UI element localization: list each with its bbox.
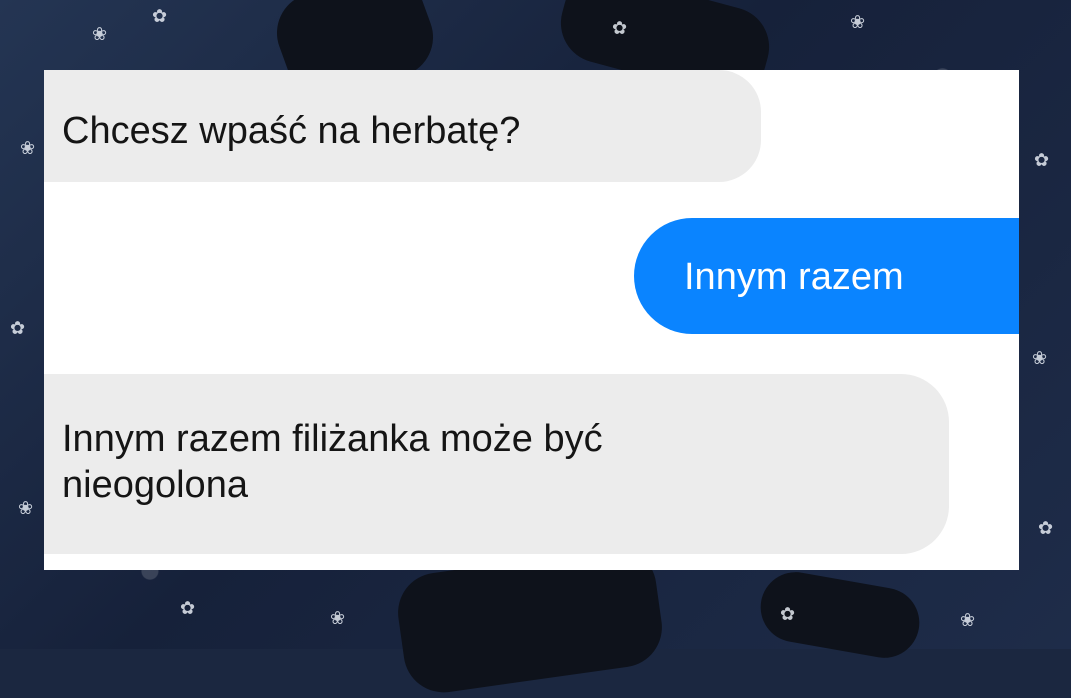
message-line: Innym razem filiżanka może być	[62, 418, 603, 460]
blossom-icon: ❀	[850, 12, 866, 33]
blossom-icon: ❀	[960, 610, 976, 631]
blossom-icon: ✿	[10, 318, 26, 339]
blossom-icon: ✿	[152, 6, 168, 27]
blossom-icon: ✿	[780, 604, 796, 625]
blossom-icon: ✿	[1038, 518, 1054, 539]
blossom-icon: ❀	[92, 24, 108, 45]
blossom-icon: ✿	[180, 598, 196, 619]
message-bubble-incoming: Chcesz wpaść na herbatę?	[44, 70, 761, 182]
blossom-icon: ✿	[1034, 150, 1050, 171]
blossom-icon: ❀	[1032, 348, 1048, 369]
blossom-icon: ❀	[18, 498, 34, 519]
message-bubble-incoming: Innym razem filiżanka może być nieogolon…	[44, 374, 949, 554]
blossom-icon: ❀	[330, 608, 346, 629]
blossom-icon: ✿	[612, 18, 628, 39]
message-line: nieogolona	[62, 464, 248, 507]
chat-screenshot: Chcesz wpaść na herbatę? Innym razem Inn…	[44, 70, 1019, 570]
message-text: Chcesz wpaść na herbatę?	[62, 110, 521, 152]
blossom-icon: ❀	[20, 138, 36, 159]
message-bubble-outgoing: Innym razem	[634, 218, 1019, 334]
message-text: Innym razem	[684, 256, 904, 298]
